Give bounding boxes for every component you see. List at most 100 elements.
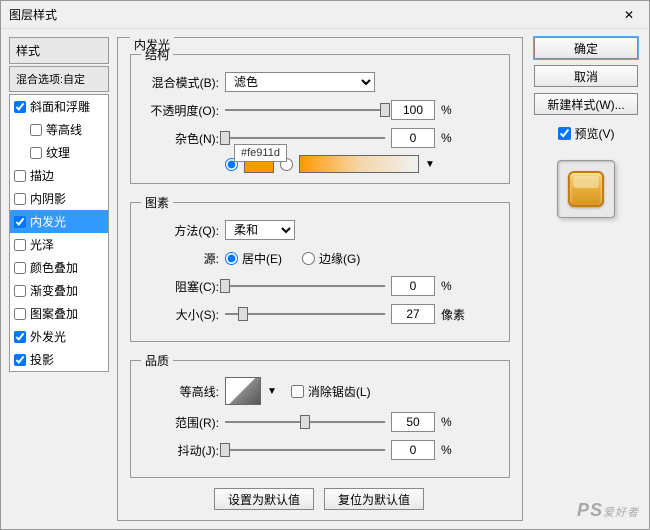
size-unit: 像素 (441, 306, 465, 323)
jitter-label: 抖动(J): (141, 442, 219, 459)
size-input[interactable] (391, 304, 435, 324)
range-slider[interactable] (225, 413, 385, 431)
center-panel: 内发光 #fe911d 结构 混合模式(B): 滤色 不透明度(O): % (117, 37, 523, 521)
opacity-label: 不透明度(O): (141, 102, 219, 119)
cancel-button[interactable]: 取消 (534, 65, 638, 87)
style-label: 图案叠加 (30, 305, 78, 322)
elements-group: 图素 方法(Q): 柔和 源: 居中(E) 边缘(G) 阻塞(C): % (130, 194, 510, 342)
chevron-down-icon[interactable]: ▼ (267, 386, 277, 397)
style-item-8[interactable]: 渐变叠加 (10, 279, 108, 302)
style-label: 内发光 (30, 213, 66, 230)
structure-group: 结构 混合模式(B): 滤色 不透明度(O): % 杂色(N): (130, 46, 510, 184)
style-checkbox[interactable] (14, 331, 26, 343)
style-label: 外发光 (30, 328, 66, 345)
noise-unit: % (441, 131, 452, 145)
range-label: 范围(R): (141, 414, 219, 431)
style-checkbox[interactable] (30, 147, 42, 159)
style-checkbox[interactable] (14, 193, 26, 205)
watermark: PS爱好者 (577, 500, 639, 521)
quality-legend: 品质 (141, 352, 173, 369)
style-item-7[interactable]: 颜色叠加 (10, 256, 108, 279)
style-checkbox[interactable] (14, 262, 26, 274)
new-style-button[interactable]: 新建样式(W)... (534, 93, 638, 115)
style-list: 斜面和浮雕等高线纹理描边内阴影内发光光泽颜色叠加渐变叠加图案叠加外发光投影 (9, 94, 109, 372)
reset-default-button[interactable]: 复位为默认值 (324, 488, 424, 510)
choke-slider[interactable] (225, 277, 385, 295)
blending-options[interactable]: 混合选项:自定 (9, 66, 109, 92)
style-label: 颜色叠加 (30, 259, 78, 276)
style-label: 光泽 (30, 236, 54, 253)
source-edge-radio[interactable]: 边缘(G) (302, 250, 360, 267)
source-label: 源: (141, 250, 219, 267)
style-label: 等高线 (46, 121, 82, 138)
antialias-checkbox[interactable]: 消除锯齿(L) (291, 383, 371, 400)
preview-box (557, 160, 615, 218)
style-checkbox[interactable] (14, 239, 26, 251)
preview-icon (568, 171, 604, 207)
style-item-6[interactable]: 光泽 (10, 233, 108, 256)
layer-style-dialog: 图层样式 ✕ 样式 混合选项:自定 斜面和浮雕等高线纹理描边内阴影内发光光泽颜色… (0, 0, 650, 530)
styles-header[interactable]: 样式 (9, 37, 109, 64)
source-center-radio[interactable]: 居中(E) (225, 250, 282, 267)
opacity-input[interactable] (391, 100, 435, 120)
style-item-11[interactable]: 投影 (10, 348, 108, 371)
style-item-5[interactable]: 内发光 (10, 210, 108, 233)
choke-label: 阻塞(C): (141, 278, 219, 295)
close-icon: ✕ (624, 8, 634, 22)
range-input[interactable] (391, 412, 435, 432)
gradient-swatch[interactable] (299, 155, 419, 173)
style-item-9[interactable]: 图案叠加 (10, 302, 108, 325)
preview-checkbox[interactable]: 预览(V) (558, 125, 615, 142)
style-item-2[interactable]: 纹理 (10, 141, 108, 164)
opacity-slider[interactable] (225, 101, 385, 119)
blend-mode-label: 混合模式(B): (141, 74, 219, 91)
color-tooltip: #fe911d (234, 144, 287, 162)
noise-input[interactable] (391, 128, 435, 148)
choke-input[interactable] (391, 276, 435, 296)
style-item-4[interactable]: 内阴影 (10, 187, 108, 210)
style-checkbox[interactable] (30, 124, 42, 136)
jitter-slider[interactable] (225, 441, 385, 459)
style-label: 纹理 (46, 144, 70, 161)
structure-legend: 结构 (141, 46, 173, 63)
right-panel: 确定 取消 新建样式(W)... 预览(V) (531, 37, 641, 521)
style-label: 内阴影 (30, 190, 66, 207)
style-item-1[interactable]: 等高线 (10, 118, 108, 141)
size-slider[interactable] (225, 305, 385, 323)
jitter-unit: % (441, 443, 452, 457)
opacity-unit: % (441, 103, 452, 117)
blend-mode-select[interactable]: 滤色 (225, 72, 375, 92)
dialog-content: 样式 混合选项:自定 斜面和浮雕等高线纹理描边内阴影内发光光泽颜色叠加渐变叠加图… (1, 29, 649, 529)
style-item-10[interactable]: 外发光 (10, 325, 108, 348)
dialog-title: 图层样式 (9, 6, 617, 23)
style-checkbox[interactable] (14, 354, 26, 366)
technique-select[interactable]: 柔和 (225, 220, 295, 240)
titlebar: 图层样式 ✕ (1, 1, 649, 29)
style-checkbox[interactable] (14, 170, 26, 182)
technique-label: 方法(Q): (141, 222, 219, 239)
chevron-down-icon[interactable]: ▼ (425, 159, 435, 170)
style-checkbox[interactable] (14, 308, 26, 320)
contour-picker[interactable] (225, 377, 261, 405)
style-label: 描边 (30, 167, 54, 184)
style-label: 渐变叠加 (30, 282, 78, 299)
ok-button[interactable]: 确定 (534, 37, 638, 59)
style-item-0[interactable]: 斜面和浮雕 (10, 95, 108, 118)
style-checkbox[interactable] (14, 101, 26, 113)
quality-group: 品质 等高线: ▼ 消除锯齿(L) 范围(R): % 抖动(J): (130, 352, 510, 478)
style-checkbox[interactable] (14, 216, 26, 228)
style-label: 投影 (30, 351, 54, 368)
close-button[interactable]: ✕ (617, 3, 641, 27)
style-checkbox[interactable] (14, 285, 26, 297)
noise-label: 杂色(N): (141, 130, 219, 147)
choke-unit: % (441, 279, 452, 293)
style-item-3[interactable]: 描边 (10, 164, 108, 187)
jitter-input[interactable] (391, 440, 435, 460)
elements-legend: 图素 (141, 194, 173, 211)
style-label: 斜面和浮雕 (30, 98, 90, 115)
make-default-button[interactable]: 设置为默认值 (214, 488, 314, 510)
left-panel: 样式 混合选项:自定 斜面和浮雕等高线纹理描边内阴影内发光光泽颜色叠加渐变叠加图… (9, 37, 109, 521)
size-label: 大小(S): (141, 306, 219, 323)
range-unit: % (441, 415, 452, 429)
contour-label: 等高线: (141, 383, 219, 400)
